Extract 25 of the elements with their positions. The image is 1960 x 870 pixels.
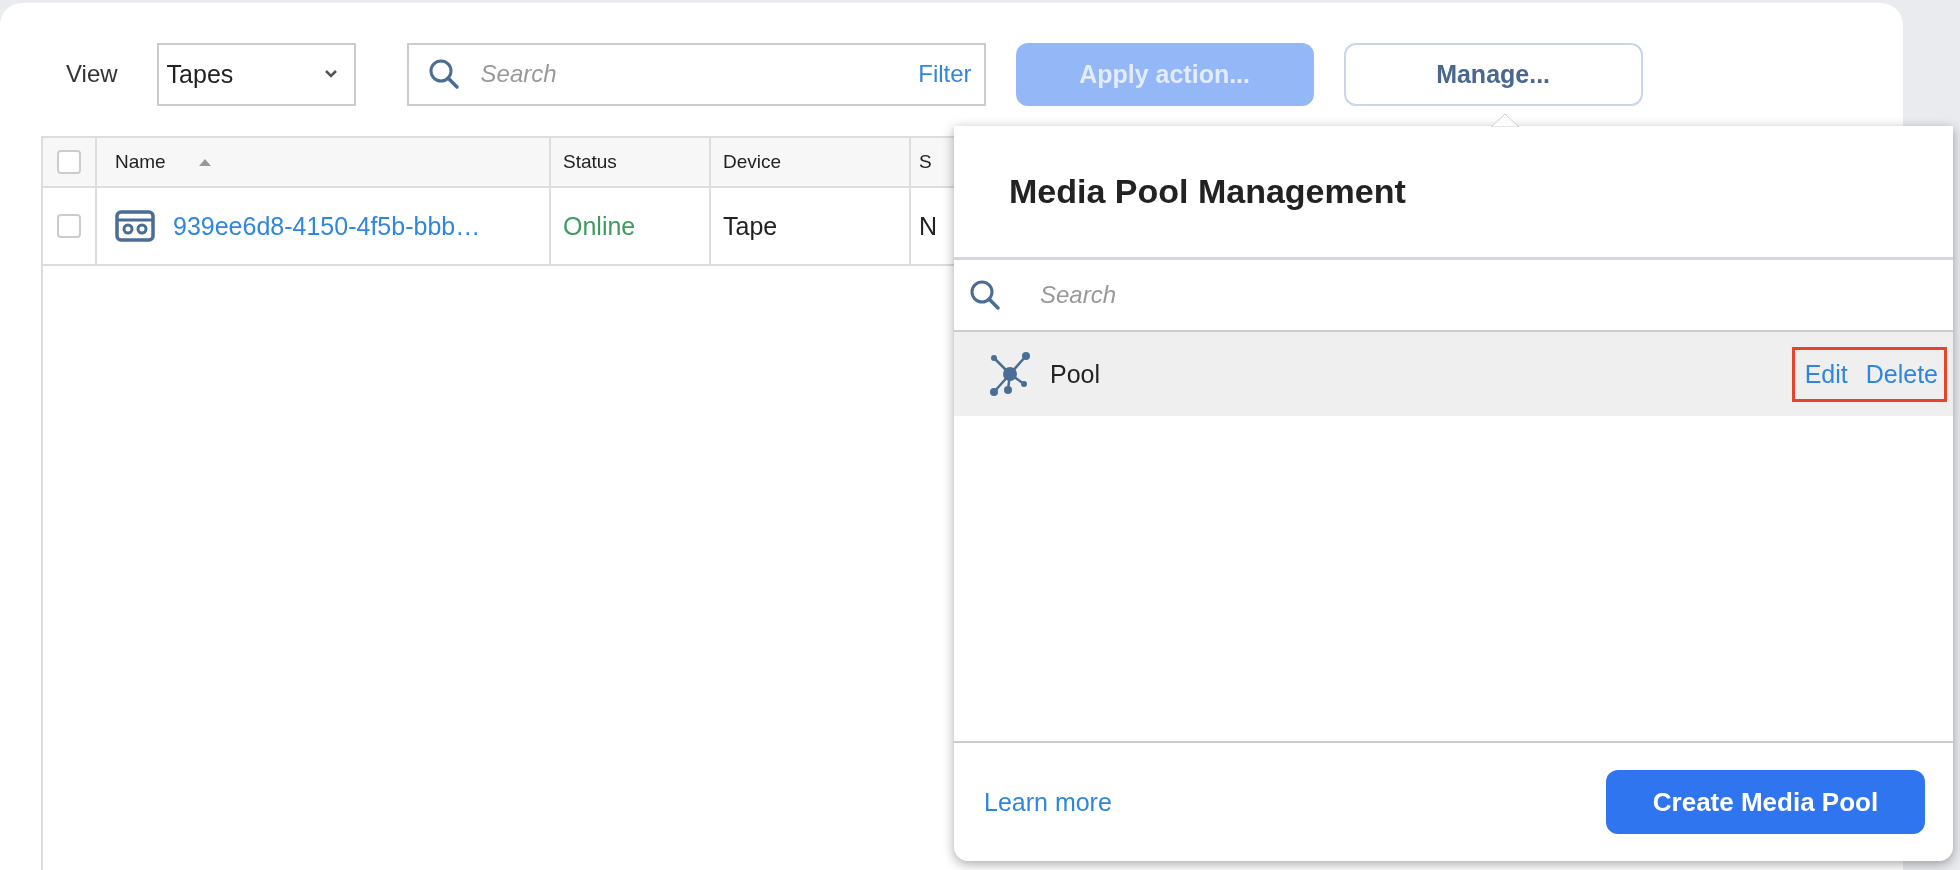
table-cell: Tape: [711, 188, 911, 264]
filter-link[interactable]: Filter: [918, 60, 972, 88]
action-link[interactable]: Delete: [1865, 359, 1938, 389]
table-cell-text: N: [918, 210, 939, 242]
select-all-checkbox[interactable]: [57, 150, 81, 174]
view-select[interactable]: Tapes: [156, 42, 356, 106]
manage-button[interactable]: Manage...: [1343, 42, 1643, 106]
pool-name: Pool: [1050, 359, 1102, 389]
pool-search-field[interactable]: Search: [1038, 280, 1953, 310]
popover-title: Media Pool Management: [954, 126, 1953, 260]
create-media-pool-button[interactable]: Create Media Pool: [1606, 770, 1925, 834]
column-header[interactable]: Status: [551, 138, 711, 186]
view-label: View: [66, 60, 118, 88]
row-checkbox[interactable]: [57, 214, 81, 238]
table-cell: Online: [551, 188, 711, 264]
action-link[interactable]: Edit: [1804, 359, 1848, 389]
tape-name-link[interactable]: 939ee6d8-4150-4f5b-bbb…: [173, 211, 481, 241]
column-header[interactable]: Name: [97, 138, 551, 186]
search-field[interactable]: Search Filter: [406, 42, 986, 106]
column-header[interactable]: Device: [711, 138, 911, 186]
search-icon: [968, 278, 1002, 312]
learn-more-link[interactable]: Learn more: [984, 787, 1112, 817]
chevron-down-icon: [323, 69, 338, 79]
pool-list-item[interactable]: Pool Edit Delete: [954, 332, 1953, 416]
cassette-tape-icon: [115, 210, 155, 242]
